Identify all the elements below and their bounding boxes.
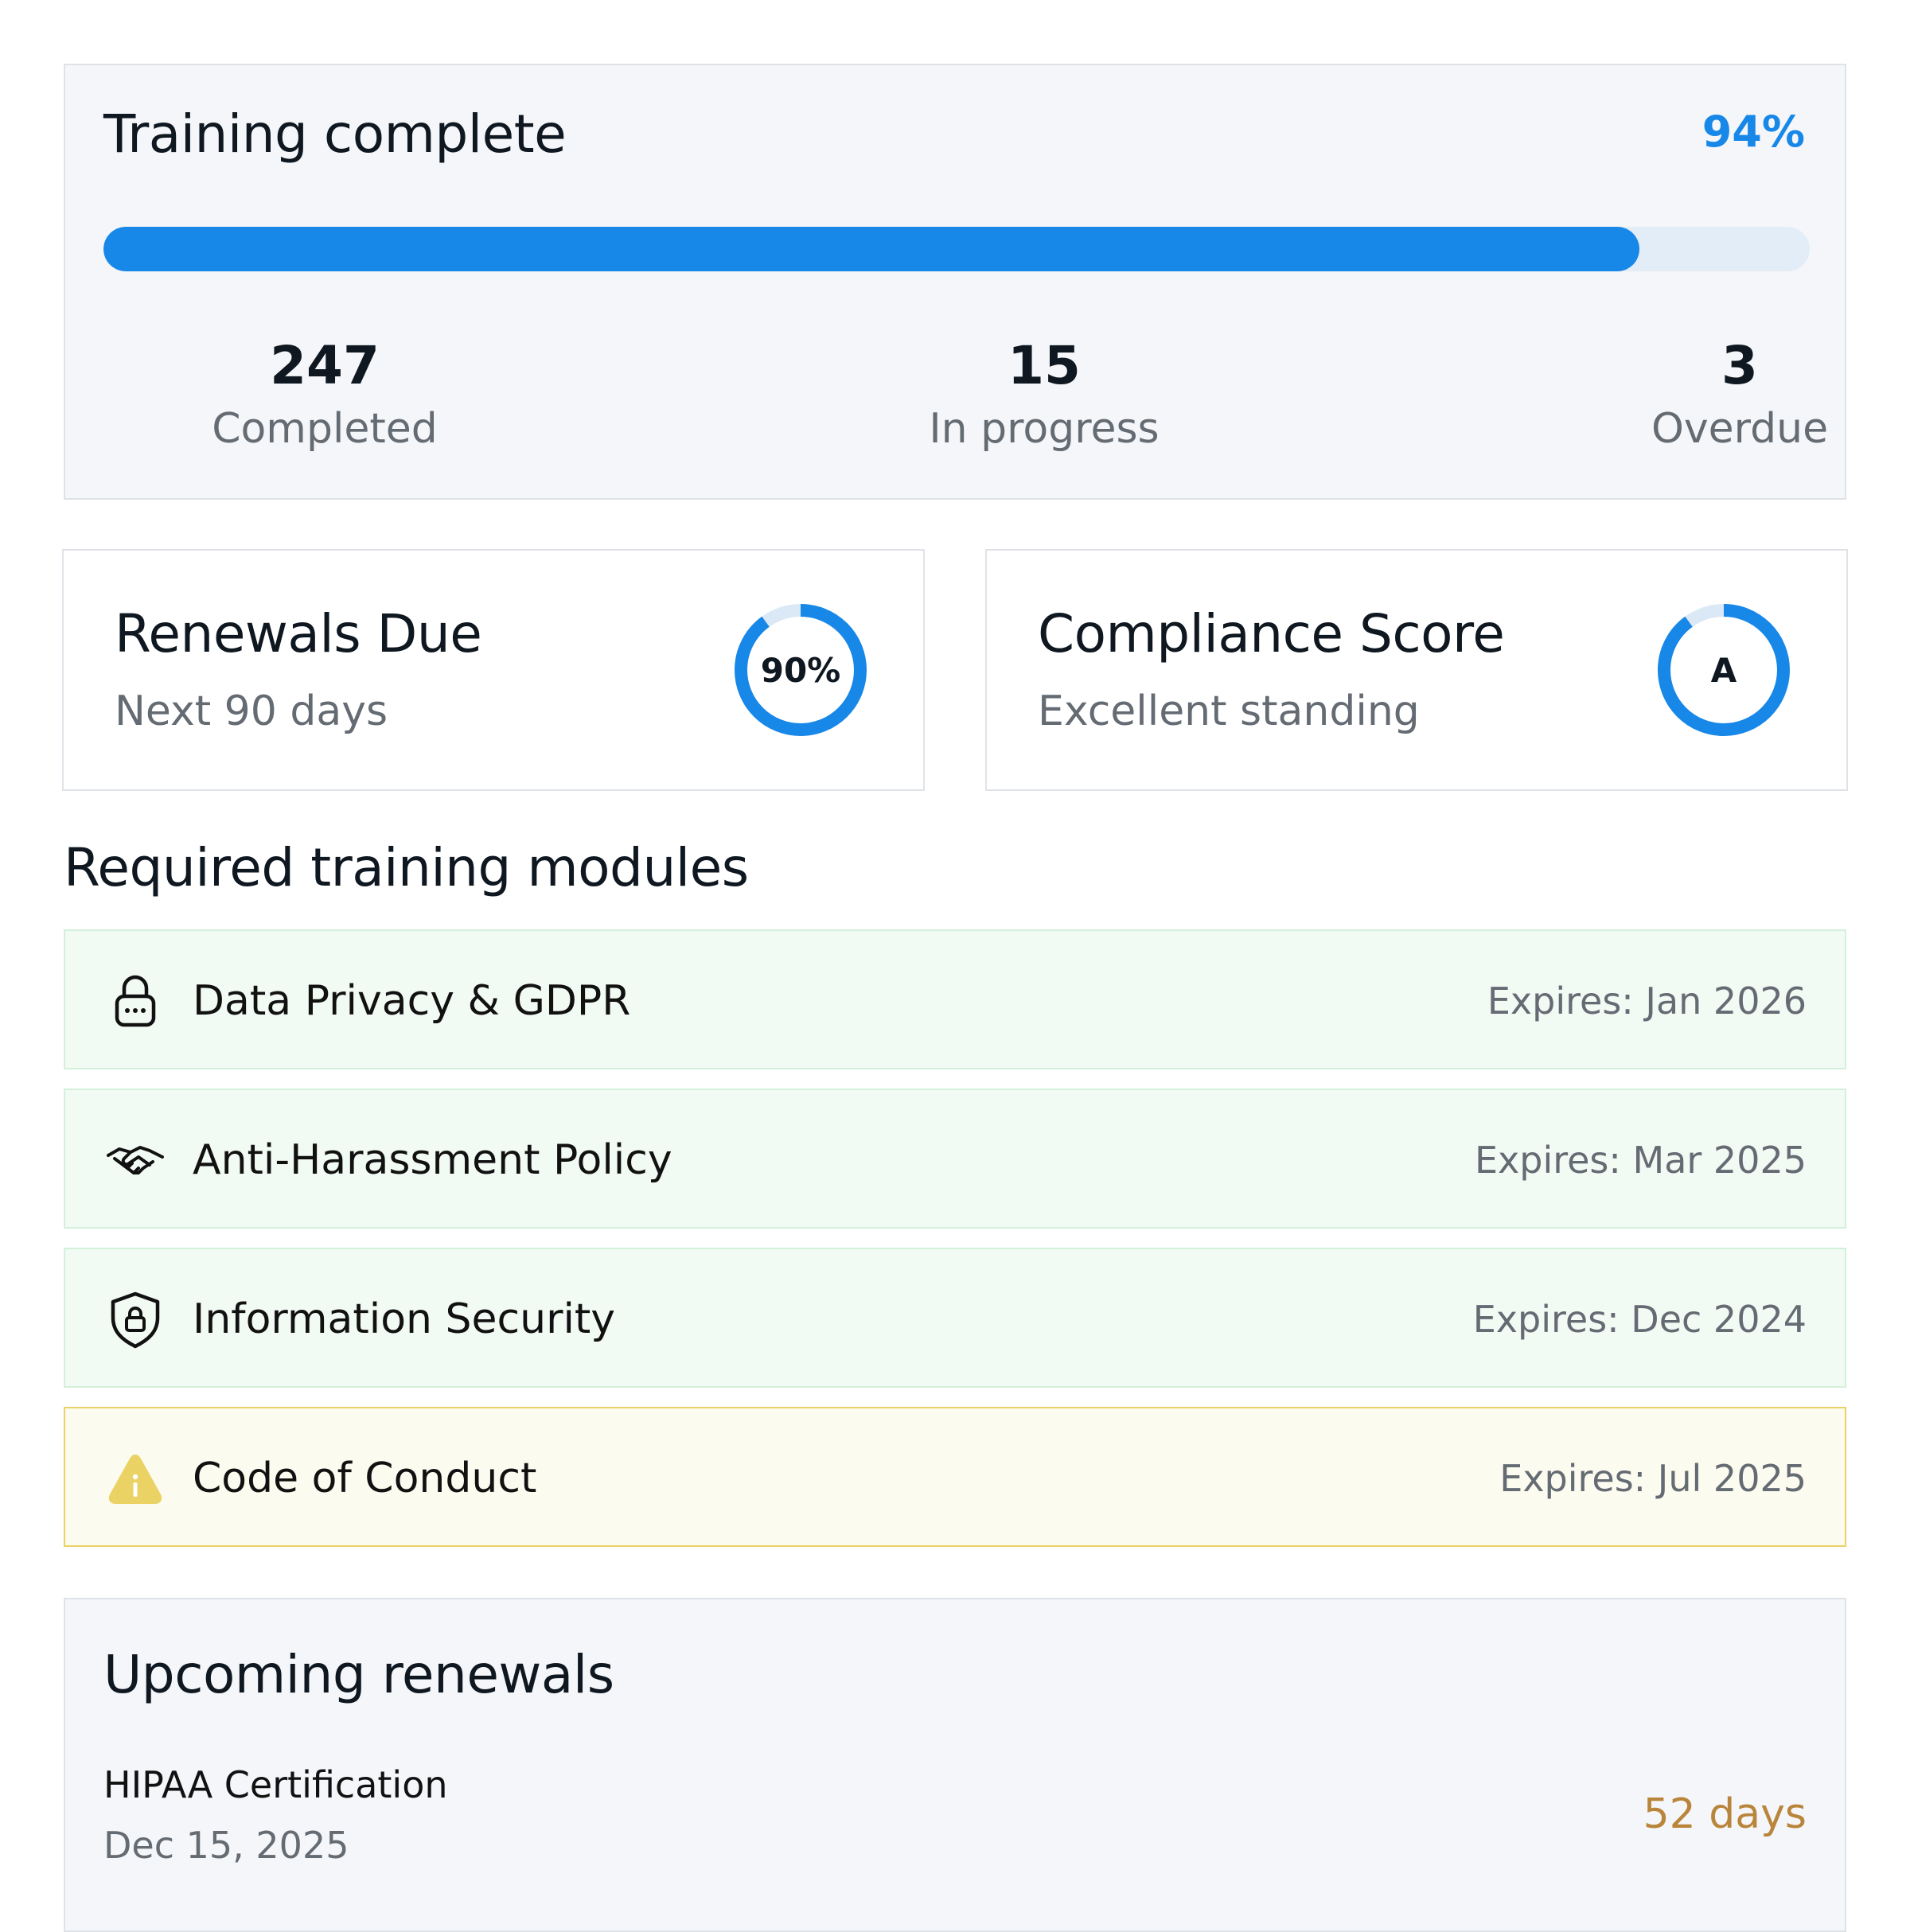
renewal-item-days-remaining: 52 days: [1643, 1790, 1807, 1838]
stat-in-progress-label: In progress: [929, 405, 1160, 454]
training-progress-bar: [103, 227, 1810, 271]
module-name: Data Privacy & GDPR: [193, 977, 631, 1025]
stat-overdue-label: Overdue: [1651, 405, 1829, 454]
module-expiry: Expires: Jul 2025: [1499, 1457, 1807, 1500]
training-summary-card: Training complete 94% 247 Completed 15 I…: [64, 64, 1846, 500]
stat-completed-value: 247: [270, 335, 380, 396]
module-item-information-security[interactable]: Information Security Expires: Dec 2024: [64, 1248, 1846, 1388]
renewal-item-date: Dec 15, 2025: [103, 1824, 349, 1867]
compliance-score-title: Compliance Score: [1038, 603, 1505, 664]
module-expiry: Expires: Dec 2024: [1472, 1298, 1807, 1341]
stat-completed: 247 Completed: [166, 334, 484, 453]
module-expiry: Expires: Mar 2025: [1474, 1139, 1807, 1182]
shield-lock-icon: [103, 1287, 167, 1351]
renewals-due-card[interactable]: Renewals Due Next 90 days 90%: [62, 549, 925, 791]
training-progress-fill: [103, 227, 1639, 271]
training-complete-percent: 94%: [1701, 107, 1805, 157]
handshake-icon: [103, 1128, 167, 1192]
stat-overdue: 3 Overdue: [1581, 334, 1899, 453]
compliance-score-card[interactable]: Compliance Score Excellent standing A: [985, 549, 1848, 791]
module-item-code-of-conduct[interactable]: Code of Conduct Expires: Jul 2025: [64, 1407, 1846, 1547]
renewals-due-subtitle: Next 90 days: [115, 687, 388, 735]
stat-in-progress-value: 15: [1008, 335, 1081, 396]
compliance-score-ring: A: [1652, 598, 1795, 742]
module-name: Information Security: [193, 1295, 616, 1343]
compliance-grade-label: A: [1710, 650, 1737, 690]
stat-overdue-value: 3: [1721, 335, 1758, 396]
modules-heading: Required training modules: [64, 837, 749, 898]
warning-icon: [103, 1447, 167, 1510]
stat-completed-label: Completed: [212, 405, 438, 454]
upcoming-renewals-title: Upcoming renewals: [103, 1644, 614, 1705]
module-name: Code of Conduct: [193, 1455, 537, 1502]
training-complete-title: Training complete: [103, 103, 567, 165]
module-name: Anti-Harassment Policy: [193, 1136, 672, 1184]
renewal-item-name: HIPAA Certification: [103, 1763, 448, 1806]
renewals-progress-ring: 90%: [729, 598, 872, 742]
lock-icon: [103, 969, 167, 1033]
module-item-anti-harassment[interactable]: Anti-Harassment Policy Expires: Mar 2025: [64, 1089, 1846, 1229]
module-item-data-privacy[interactable]: Data Privacy & GDPR Expires: Jan 2026: [64, 929, 1846, 1069]
renewals-due-title: Renewals Due: [115, 603, 482, 664]
upcoming-renewals-card: Upcoming renewals HIPAA Certification De…: [64, 1598, 1846, 1932]
module-expiry: Expires: Jan 2026: [1487, 980, 1807, 1022]
compliance-score-subtitle: Excellent standing: [1038, 687, 1420, 735]
renewals-ring-label: 90%: [760, 650, 841, 690]
stat-in-progress: 15 In progress: [885, 334, 1203, 453]
